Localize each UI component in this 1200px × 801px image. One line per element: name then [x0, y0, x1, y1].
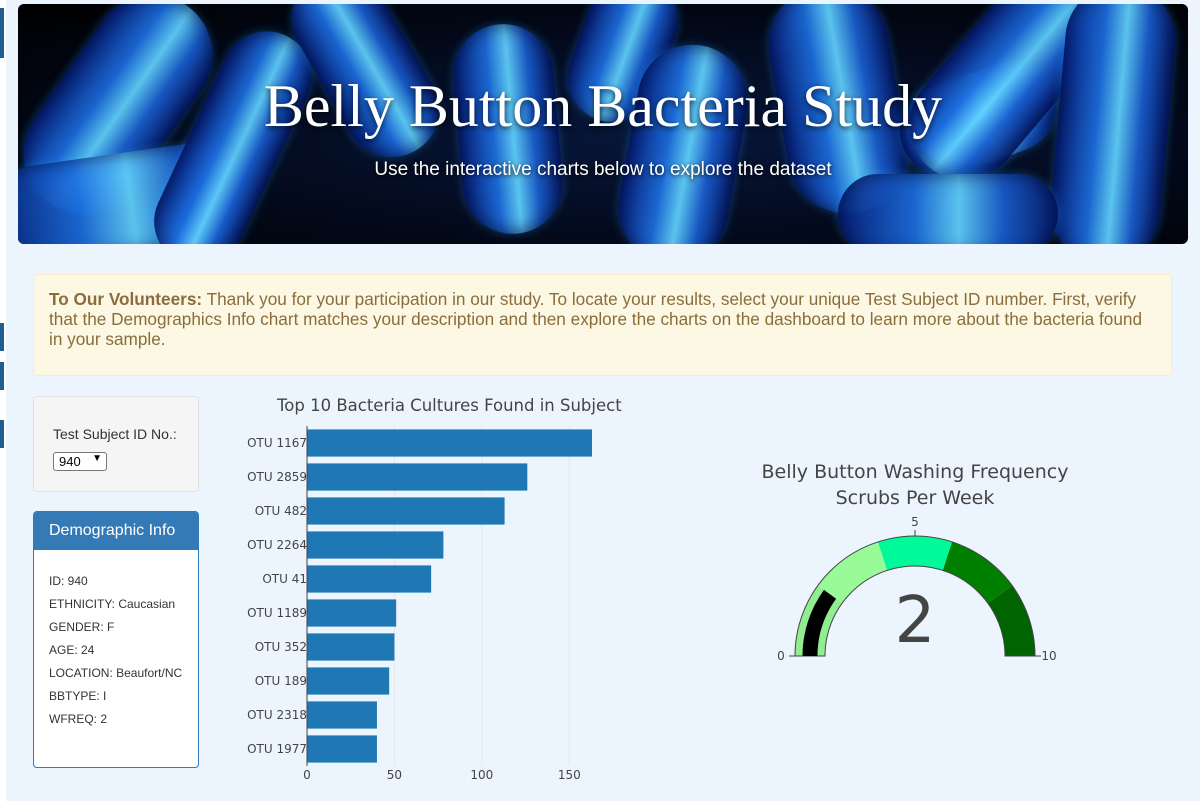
demographic-panel-title: Demographic Info — [34, 512, 198, 550]
window-edge-mark — [0, 8, 4, 58]
demographic-id: ID: 940 — [49, 574, 88, 588]
bar — [307, 667, 390, 695]
bar — [307, 497, 505, 525]
demographic-panel: Demographic Info ID: 940 ETHNICITY: Cauc… — [33, 511, 199, 768]
bar-category-label: OTU 352 — [255, 640, 307, 654]
gauge-subtitle: Scrubs Per Week — [836, 487, 995, 509]
bar-category-label: OTU 189 — [255, 674, 307, 688]
bar-category-label: OTU 1977 — [247, 742, 307, 756]
washing-frequency-gauge: Belly Button Washing Frequency Scrubs Per… — [762, 461, 1069, 663]
bar-category-label: OTU 2264 — [247, 538, 307, 552]
banner: Belly Button Bacteria Study Use the inte… — [18, 4, 1188, 244]
window-edge — [0, 0, 6, 801]
bar-category-label: OTU 1189 — [247, 606, 307, 620]
bar-category-label: OTU 1167 — [247, 436, 307, 450]
bar-category-label: OTU 482 — [255, 504, 307, 518]
bar — [307, 531, 444, 559]
bar — [307, 735, 377, 763]
bar-x-tick-label: 0 — [303, 768, 311, 782]
gauge-title: Belly Button Washing Frequency — [762, 461, 1069, 483]
bar — [307, 429, 593, 457]
bar-category-label: OTU 41 — [262, 572, 307, 586]
subject-id-select[interactable]: 940 ▼ — [53, 452, 107, 471]
bar-chart-title: Top 10 Bacteria Cultures Found in Subjec… — [276, 396, 622, 415]
demographic-age: AGE: 24 — [49, 643, 95, 657]
gauge-step — [877, 536, 953, 571]
bacteria-bar-chart: Top 10 Bacteria Cultures Found in Subjec… — [247, 396, 622, 782]
window-edge-mark — [0, 420, 4, 448]
window-edge-mark — [0, 323, 4, 351]
gauge-tick-label: 5 — [911, 515, 919, 529]
demographic-wfreq: WFREQ: 2 — [49, 712, 108, 726]
bar — [307, 565, 432, 593]
bar-x-tick-label: 150 — [558, 768, 581, 782]
subject-selector-well: Test Subject ID No.: 940 ▼ — [33, 396, 199, 492]
window-edge-mark — [0, 362, 4, 390]
bar — [307, 463, 528, 491]
alert-text: Thank you for your participation in our … — [49, 289, 1143, 349]
bar — [307, 633, 395, 661]
alert-lead: To Our Volunteers: — [49, 289, 203, 309]
chevron-down-icon: ▼ — [92, 453, 102, 464]
gauge-value-label: 2 — [895, 584, 936, 658]
page-title: Belly Button Bacteria Study — [263, 73, 943, 139]
volunteer-alert: To Our Volunteers: Thank you for your pa… — [33, 274, 1172, 376]
subject-selector-label: Test Subject ID No.: — [53, 426, 177, 442]
gauge-tick-label: 10 — [1041, 649, 1056, 663]
demographic-gender: GENDER: F — [49, 620, 115, 634]
demographic-ethnicity: ETHNICITY: Caucasian — [49, 597, 176, 611]
bar-category-label: OTU 2859 — [247, 470, 307, 484]
bar — [307, 599, 397, 627]
bar-x-tick-label: 100 — [470, 768, 493, 782]
page-subtitle: Use the interactive charts below to expl… — [374, 159, 832, 180]
gauge-tick-label: 0 — [777, 649, 785, 663]
demographic-bbtype: BBTYPE: I — [49, 689, 107, 703]
bar-x-tick-label: 50 — [387, 768, 402, 782]
subject-id-value: 940 — [59, 454, 81, 469]
bar-category-label: OTU 2318 — [247, 708, 307, 722]
bar — [307, 701, 377, 729]
demographic-location: LOCATION: Beaufort/NC — [49, 666, 183, 680]
demographic-list: ID: 940 ETHNICITY: Caucasian GENDER: F A… — [49, 574, 189, 735]
